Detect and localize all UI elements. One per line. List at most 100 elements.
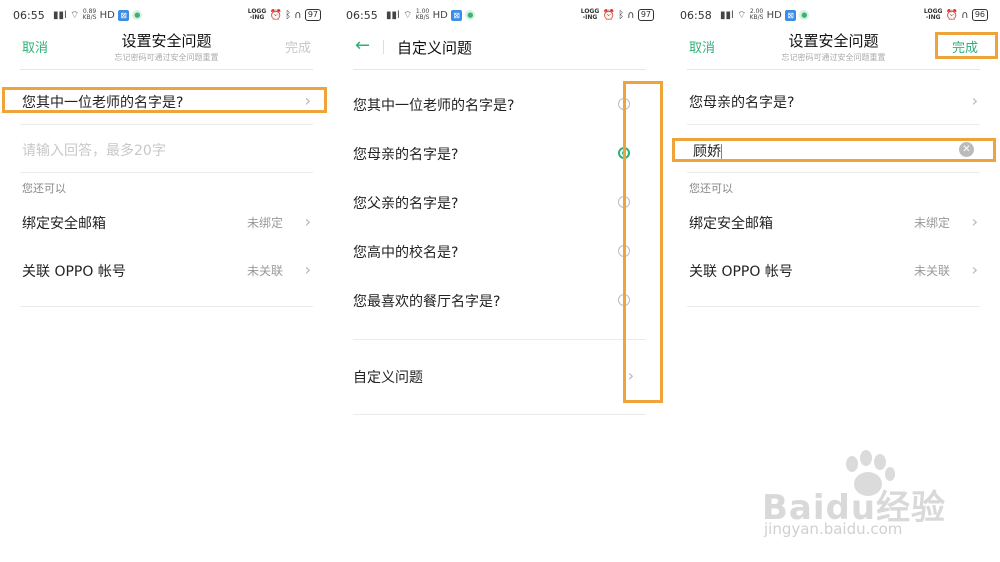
highlight-box — [935, 32, 998, 59]
net-speed: 0.89 KB/S — [82, 8, 97, 21]
divider — [353, 339, 646, 340]
status-right-icons: LOGG -ING ⏰ ᛒ ∩ 97 — [581, 9, 654, 21]
battery-icon: 96 — [971, 9, 988, 21]
signal-icon: ▮▮l — [386, 10, 400, 21]
question-label: 您母亲的名字是? — [689, 95, 795, 111]
highlight-box — [623, 81, 663, 403]
status-right-icons: LOGG -ING ⏰ ∩ 96 — [924, 9, 988, 21]
status-bar: 06:58 ▮▮l ⌔ 2.00 KB/S HD ⊠ ● LOGG -ING ⏰ ∩… — [680, 9, 988, 25]
section-label: 您还可以 — [22, 182, 66, 195]
header-divider — [687, 69, 980, 70]
row-value: 未绑定 — [913, 216, 950, 230]
divider — [687, 306, 980, 307]
row-value: 未关联 — [246, 264, 283, 278]
question-selector[interactable]: 您母亲的名字是? › — [689, 82, 978, 122]
link-oppo-row[interactable]: 关联 OPPO 帐号 未关联 › — [689, 251, 978, 291]
question-option[interactable]: 您其中一位老师的名字是? — [353, 81, 646, 129]
panel-set-question-filled: 06:58 ▮▮l ⌔ 2.00 KB/S HD ⊠ ● LOGG -ING ⏰ ∩… — [667, 0, 1000, 562]
highlight-box — [2, 87, 327, 113]
header: ← 自定义问题 — [333, 28, 666, 68]
status-time: 06:55 — [13, 9, 45, 22]
section-label: 您还可以 — [689, 182, 733, 195]
chevron-right-icon: › — [304, 212, 311, 231]
wifi-icon: ⌔ — [736, 10, 747, 21]
question-option[interactable]: 您最喜欢的餐厅名字是? — [353, 277, 646, 325]
question-option[interactable]: 您高中的校名是? — [353, 228, 646, 276]
chevron-right-icon: › — [971, 91, 978, 110]
battery-icon: 97 — [637, 9, 654, 21]
link-oppo-row[interactable]: 关联 OPPO 帐号 未关联 › — [22, 251, 311, 291]
divider — [687, 124, 980, 125]
headphone-icon: ∩ — [961, 10, 969, 21]
wifi-icon: ⌔ — [69, 10, 80, 21]
back-arrow-icon[interactable]: ← — [355, 36, 370, 56]
net-speed: 2.00 KB/S — [749, 8, 764, 21]
divider — [20, 124, 313, 125]
row-label: 关联 OPPO 帐号 — [22, 264, 126, 280]
signal-icon: ▮▮l — [53, 10, 67, 21]
custom-question-row[interactable]: 自定义问题 › — [353, 353, 646, 401]
chevron-right-icon: › — [304, 260, 311, 279]
page-title: 自定义问题 — [397, 39, 473, 57]
chevron-right-icon: › — [971, 212, 978, 231]
option-label: 自定义问题 — [353, 370, 423, 386]
alarm-icon: ⏰ — [602, 10, 615, 21]
app-badge-icon: ⊠ — [118, 9, 130, 21]
option-label: 您父亲的名字是? — [353, 196, 459, 212]
hd-label: HD — [766, 10, 782, 21]
notification-dot-icon: ● — [465, 10, 476, 20]
header-divider — [353, 69, 646, 70]
headphone-icon: ∩ — [627, 10, 635, 21]
bind-email-row[interactable]: 绑定安全邮箱 未绑定 › — [22, 203, 311, 243]
status-left-icons: ▮▮l ⌔ 1.00 KB/S HD ⊠ ● — [386, 8, 476, 22]
option-label: 您母亲的名字是? — [353, 147, 459, 163]
row-label: 绑定安全邮箱 — [689, 216, 773, 232]
status-time: 06:55 — [346, 9, 378, 22]
hd-label: HD — [432, 10, 448, 21]
divider — [353, 414, 646, 415]
header-separator — [383, 40, 384, 54]
wifi-icon: ⌔ — [402, 10, 413, 21]
logging-indicator: LOGG -ING — [247, 8, 267, 21]
signal-icon: ▮▮l — [720, 10, 734, 21]
divider — [20, 172, 313, 173]
row-value: 未绑定 — [246, 216, 283, 230]
option-label: 您高中的校名是? — [353, 245, 459, 261]
status-time: 06:58 — [680, 9, 712, 22]
status-left-icons: ▮▮l ⌔ 2.00 KB/S HD ⊠ ● — [720, 8, 810, 22]
status-right-icons: LOGG -ING ⏰ ᛒ ∩ 97 — [248, 9, 321, 21]
row-value: 未关联 — [913, 264, 950, 278]
logging-indicator: LOGG -ING — [923, 8, 943, 21]
bluetooth-icon: ᛒ — [618, 10, 625, 21]
answer-input[interactable]: 请输入回答，最多20字 — [22, 140, 166, 160]
header-divider — [20, 69, 313, 70]
header: 取消 设置安全问题 忘记密码可通过安全问题重置 完成 — [0, 28, 333, 68]
notification-dot-icon: ● — [132, 10, 143, 20]
question-option[interactable]: 您父亲的名字是? — [353, 179, 646, 227]
alarm-icon: ⏰ — [269, 10, 282, 21]
panel-custom-question: 06:55 ▮▮l ⌔ 1.00 KB/S HD ⊠ ● LOGG -ING ⏰ ᛒ… — [333, 0, 666, 562]
notification-dot-icon: ● — [799, 10, 810, 20]
highlight-box — [672, 138, 996, 162]
status-left-icons: ▮▮l ⌔ 0.89 KB/S HD ⊠ ● — [53, 8, 143, 22]
bluetooth-icon: ᛒ — [285, 10, 292, 21]
bind-email-row[interactable]: 绑定安全邮箱 未绑定 › — [689, 203, 978, 243]
row-label: 绑定安全邮箱 — [22, 216, 106, 232]
status-bar: 06:55 ▮▮l ⌔ 1.00 KB/S HD ⊠ ● LOGG -ING ⏰ ᛒ… — [346, 9, 654, 25]
page-subtitle: 忘记密码可通过安全问题重置 — [114, 53, 219, 62]
hd-label: HD — [99, 10, 115, 21]
chevron-right-icon: › — [971, 260, 978, 279]
net-speed: 1.00 KB/S — [415, 8, 430, 21]
option-label: 您其中一位老师的名字是? — [353, 98, 515, 114]
divider — [687, 172, 980, 173]
panel-set-question: 06:55 ▮▮l ⌔ 0.89 KB/S HD ⊠ ● LOGG -ING ⏰ ᛒ… — [0, 0, 333, 562]
question-option[interactable]: 您母亲的名字是? — [353, 130, 646, 178]
logging-indicator: LOGG -ING — [580, 8, 600, 21]
app-badge-icon: ⊠ — [785, 9, 797, 21]
page-title: 设置安全问题 — [121, 32, 212, 50]
alarm-icon: ⏰ — [945, 10, 959, 21]
row-label: 关联 OPPO 帐号 — [689, 264, 793, 280]
status-bar: 06:55 ▮▮l ⌔ 0.89 KB/S HD ⊠ ● LOGG -ING ⏰ ᛒ… — [13, 9, 321, 25]
divider — [20, 306, 313, 307]
done-button[interactable]: 完成 — [285, 37, 311, 56]
